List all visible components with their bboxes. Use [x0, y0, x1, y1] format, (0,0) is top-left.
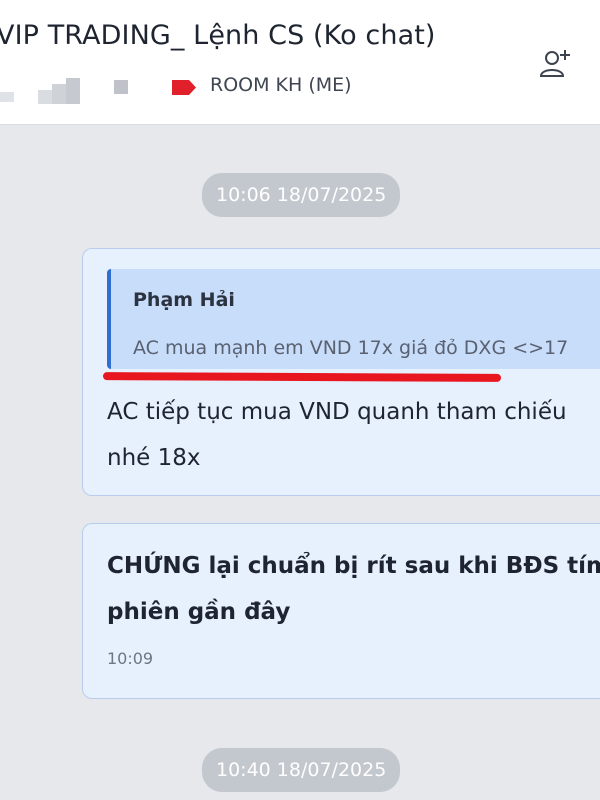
date-separator: 10:06 18/07/2025: [202, 173, 401, 217]
date-separator: 10:40 18/07/2025: [202, 748, 401, 792]
room-label[interactable]: ROOM KH (ME): [210, 74, 352, 96]
quote-text: AC mua mạnh em VND 17x giá đỏ DXG <>17: [133, 337, 569, 359]
message-time: 10:09: [107, 649, 154, 668]
message-line: phiên gần đây: [107, 599, 291, 625]
message-line: CHỨNG lại chuẩn bị rít sau khi BĐS tím: [107, 553, 600, 579]
conversation-title[interactable]: VIP TRADING_ Lệnh CS (Ko chat): [0, 20, 436, 51]
quoted-message[interactable]: Phạm Hải AC mua mạnh em VND 17x giá đỏ D…: [107, 269, 600, 369]
quote-author: Phạm Hải: [133, 289, 235, 311]
message-text: CHỨNG lại chuẩn bị rít sau khi BĐS tím p…: [107, 543, 600, 635]
message-bubble[interactable]: CHỨNG lại chuẩn bị rít sau khi BĐS tím p…: [82, 523, 600, 699]
message-line: AC tiếp tục mua VND quanh tham chiếu: [107, 399, 567, 425]
message-list[interactable]: 10:06 18/07/2025 Phạm Hải AC mua mạnh em…: [0, 125, 600, 800]
message-line: nhé 18x: [107, 445, 201, 471]
message-text: AC tiếp tục mua VND quanh tham chiếu nhé…: [107, 389, 600, 481]
add-member-icon[interactable]: [537, 44, 575, 82]
chat-header: VIP TRADING_ Lệnh CS (Ko chat) ROOM KH (…: [0, 0, 600, 125]
tag-icon: [172, 80, 196, 95]
